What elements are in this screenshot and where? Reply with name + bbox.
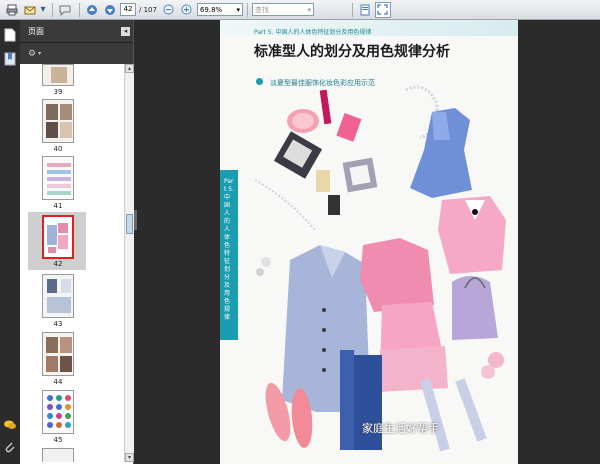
find-input[interactable]: 查找 ▾ xyxy=(251,3,314,16)
bookmarks-icon[interactable] xyxy=(3,52,17,66)
toolbar-separator xyxy=(246,2,248,17)
page-thumbnail[interactable] xyxy=(42,332,74,376)
thumbnail-scrollbar[interactable]: ▴ ▾ xyxy=(124,64,134,462)
attachments-icon[interactable] xyxy=(3,440,17,454)
email-icon[interactable] xyxy=(22,2,38,18)
section-side-tab: Part 5. 中国人的人体色特征划分及用色规律 xyxy=(220,170,238,340)
page-thumbnail[interactable] xyxy=(42,274,74,318)
page-number-input[interactable]: 42 xyxy=(120,3,136,16)
thumbnail-label: 39 xyxy=(53,88,63,96)
thumbnail-label: 45 xyxy=(53,436,63,444)
previous-page-icon[interactable] xyxy=(84,2,100,18)
chevron-down-icon: ▾ xyxy=(307,5,311,14)
thumbnail-label: 41 xyxy=(53,202,63,210)
next-page-icon[interactable] xyxy=(102,2,118,18)
comment-icon[interactable] xyxy=(57,2,73,18)
find-placeholder: 查找 xyxy=(254,5,269,14)
document-page: Part 5. 中国人的人体色特征划分及用色规律 标准型人的划分及用色规律分析 … xyxy=(220,20,518,464)
scrollbar-thumb[interactable] xyxy=(126,214,133,234)
watermark-caption: 家庭生活好帮手 xyxy=(362,422,439,435)
scroll-up-icon[interactable]: ▴ xyxy=(125,64,134,73)
page-thumbnail[interactable] xyxy=(42,448,74,462)
print-icon[interactable] xyxy=(4,2,20,18)
zoom-in-icon[interactable] xyxy=(179,2,195,18)
page-thumbnail[interactable] xyxy=(42,390,74,434)
page-thumbnail[interactable] xyxy=(42,64,74,86)
thumbnail-label: 40 xyxy=(53,145,63,153)
page-thumbnail[interactable] xyxy=(42,99,74,143)
toolbar: ▾ 42 / 107 69.8% ▾ 查找 ▾ xyxy=(0,0,600,20)
page-thumbnail-current[interactable] xyxy=(42,215,74,259)
comments-icon[interactable] xyxy=(3,418,17,432)
options-gear-icon[interactable]: ⚙ xyxy=(28,49,36,59)
page-thumbnail-list: 39 40 41 42 43 44 45 xyxy=(20,64,124,462)
toolbar-separator xyxy=(52,2,53,17)
pages-panel-title: 页面 xyxy=(28,26,44,36)
toolbar-separator xyxy=(79,2,80,17)
fit-page-icon[interactable] xyxy=(357,2,373,18)
chevron-down-icon: ▾ xyxy=(38,50,42,57)
zoom-select[interactable]: 69.8% ▾ xyxy=(196,3,243,16)
pages-panel: 页面 ◂ ⚙ ▾ 39 40 41 42 43 44 45 ▴ ▾ xyxy=(20,20,134,464)
dropdown-arrow-icon[interactable]: ▾ xyxy=(40,2,46,18)
fullscreen-icon[interactable] xyxy=(374,1,391,18)
zoom-out-icon[interactable] xyxy=(161,2,177,18)
panel-resize-handle[interactable] xyxy=(134,210,137,230)
page-thumbnail[interactable] xyxy=(42,156,74,200)
zoom-value: 69.8% xyxy=(199,5,223,14)
toolbar-separator xyxy=(351,2,353,17)
chevron-down-icon: ▾ xyxy=(236,5,240,14)
splitter-area xyxy=(134,20,220,464)
side-tab-label: Part 5. 中国人的人体色特征划分及用色规律 xyxy=(224,178,234,321)
navigation-rail xyxy=(0,20,20,464)
thumbnail-label: 42 xyxy=(53,260,63,268)
fashion-collage-illustration xyxy=(254,85,506,452)
viewer-background xyxy=(518,20,600,464)
collapse-panel-icon[interactable]: ◂ xyxy=(121,26,130,36)
pages-panel-header: 页面 ◂ xyxy=(20,20,133,42)
pages-panel-icon[interactable] xyxy=(3,28,17,42)
panel-options[interactable]: ⚙ ▾ xyxy=(20,42,133,64)
scroll-down-icon[interactable]: ▾ xyxy=(125,453,134,462)
page-total-label: / 107 xyxy=(139,5,157,14)
thumbnail-label: 43 xyxy=(53,320,63,328)
thumbnail-label: 44 xyxy=(53,378,63,386)
